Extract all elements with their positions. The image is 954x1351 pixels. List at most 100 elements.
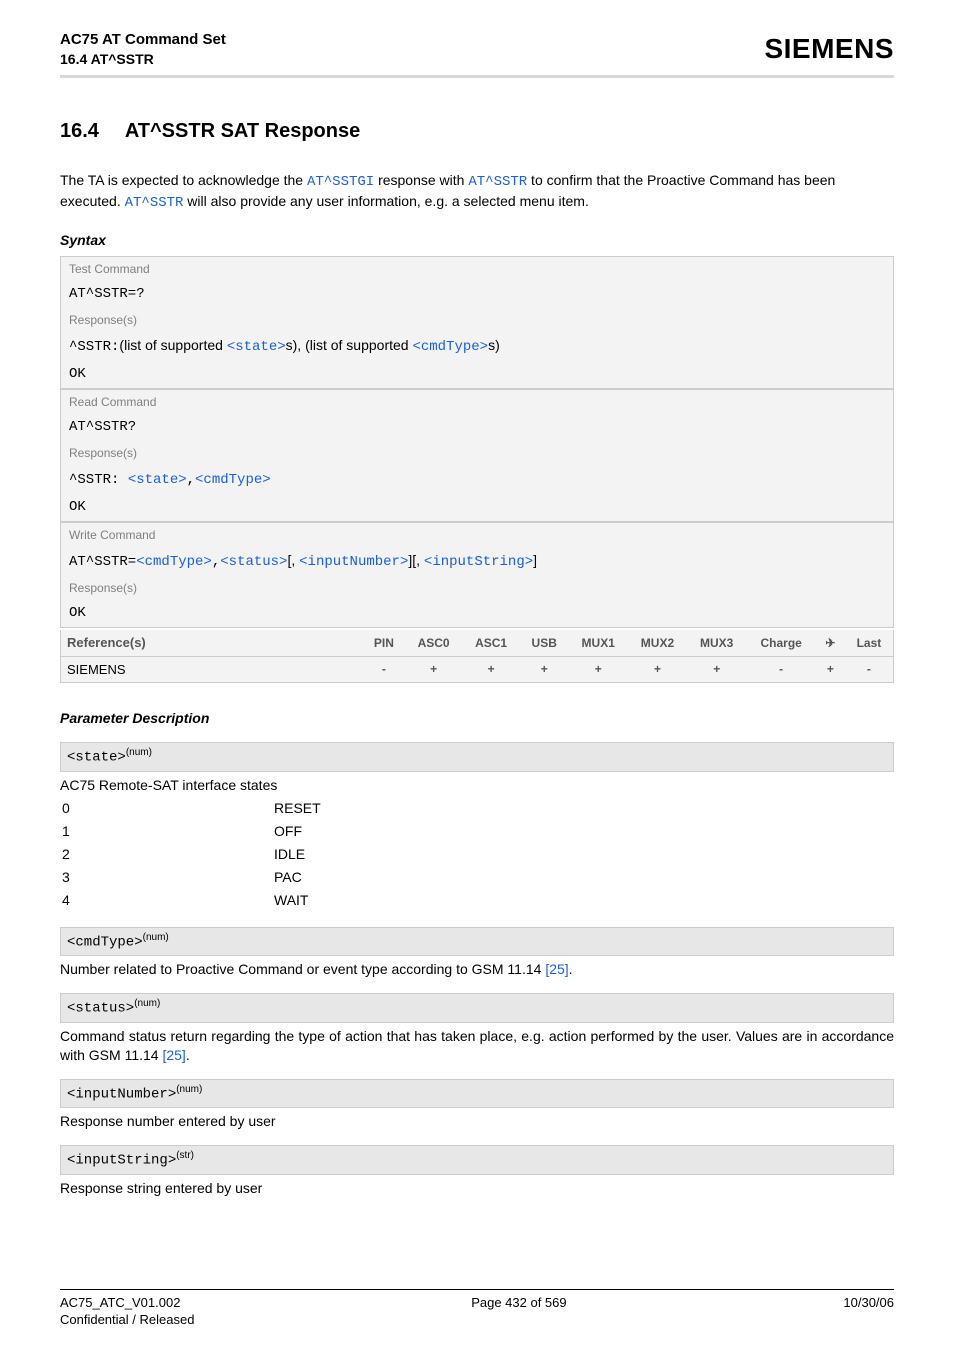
param-desc: Number related to Proactive Command or e…: [60, 961, 545, 977]
col-asc0: ASC0: [405, 630, 463, 656]
doc-subtitle: 16.4 AT^SSTR: [60, 50, 226, 69]
ref-val: -: [845, 656, 894, 683]
ok-text-2: OK: [61, 494, 893, 521]
responses-label-2: Response(s): [61, 441, 893, 465]
ref-val: +: [405, 656, 463, 683]
read-command: AT^SSTR?: [61, 414, 893, 441]
col-last: Last: [845, 630, 894, 656]
link-cmdtype[interactable]: <cmdType>: [412, 339, 488, 355]
col-mux3: MUX3: [687, 630, 746, 656]
link-atsstgi[interactable]: AT^SSTGI: [307, 174, 374, 190]
brand-logo: SIEMENS: [764, 30, 894, 68]
col-charge: Charge: [746, 630, 816, 656]
table-row: Reference(s) PIN ASC0 ASC1 USB MUX1 MUX2…: [61, 630, 894, 656]
param-type: (num): [176, 1084, 202, 1095]
page-footer: AC75_ATC_V01.002 Confidential / Released…: [60, 1289, 894, 1329]
link-status[interactable]: <status>: [220, 554, 287, 570]
ok-text: OK: [61, 361, 893, 388]
intro-paragraph: The TA is expected to acknowledge the AT…: [60, 171, 894, 213]
state-val: WAIT: [274, 890, 321, 911]
ref-val: +: [520, 656, 569, 683]
state-table: 0RESET 1OFF 2IDLE 3PAC 4WAIT: [60, 796, 323, 912]
param-inputstring-body: Response string entered by user: [60, 1175, 894, 1198]
param-desc-heading: Parameter Description: [60, 709, 894, 728]
ref-val: -: [746, 656, 816, 683]
cmd-prefix: AT^SSTR=: [69, 554, 136, 570]
intro-text: The TA is expected to acknowledge the: [60, 172, 307, 188]
ref-val: +: [687, 656, 746, 683]
state-val: IDLE: [274, 844, 321, 865]
state-key: 0: [62, 798, 272, 819]
link-state-2[interactable]: <state>: [128, 472, 187, 488]
syntax-heading: Syntax: [60, 231, 894, 250]
test-command-label: Test Command: [61, 257, 893, 281]
param-type: (str): [176, 1150, 194, 1161]
param-type: (num): [143, 932, 169, 943]
resp-prefix: ^SSTR:: [69, 339, 119, 355]
table-row: 1OFF: [62, 821, 321, 842]
param-type: (num): [126, 747, 152, 758]
resp-prefix: ^SSTR:: [69, 472, 128, 488]
param-name: <inputString>: [67, 1153, 176, 1169]
resp-text: (list of supported: [119, 337, 226, 353]
ref-val: +: [816, 656, 845, 683]
intro-text: response with: [374, 172, 468, 188]
page-header: AC75 AT Command Set 16.4 AT^SSTR SIEMENS: [60, 30, 894, 78]
test-command: AT^SSTR=?: [61, 281, 893, 308]
sep: ]: [533, 552, 537, 568]
state-val: PAC: [274, 867, 321, 888]
col-mux2: MUX2: [628, 630, 687, 656]
ref-val: -: [363, 656, 405, 683]
param-name: <inputNumber>: [67, 1086, 176, 1102]
link-state[interactable]: <state>: [227, 339, 286, 355]
read-command-label: Read Command: [61, 390, 893, 414]
col-pin: PIN: [363, 630, 405, 656]
param-desc: .: [186, 1047, 190, 1063]
link-cmdtype-2[interactable]: <cmdType>: [195, 472, 271, 488]
ref-label: Reference(s): [61, 630, 364, 656]
param-inputnumber: <inputNumber>(num): [60, 1079, 894, 1109]
ref-val: +: [462, 656, 520, 683]
param-inputnumber-body: Response number entered by user: [60, 1108, 894, 1131]
ref-val: +: [628, 656, 687, 683]
write-command: AT^SSTR=<cmdType>,<status>[, <inputNumbe…: [61, 547, 893, 576]
ref-link-25[interactable]: [25]: [545, 961, 568, 977]
link-inputstring[interactable]: <inputString>: [424, 554, 533, 570]
resp-text: s), (list of supported: [286, 337, 413, 353]
param-status: <status>(num): [60, 993, 894, 1023]
link-atsstr-2[interactable]: AT^SSTR: [125, 195, 184, 211]
param-status-body: Command status return regarding the type…: [60, 1023, 894, 1065]
param-name: <state>: [67, 750, 126, 766]
link-cmdtype-3[interactable]: <cmdType>: [136, 554, 212, 570]
read-response: ^SSTR: <state>,<cmdType>: [61, 465, 893, 494]
syntax-box: Test Command AT^SSTR=? Response(s) ^SSTR…: [60, 256, 894, 628]
responses-label-3: Response(s): [61, 576, 893, 600]
footer-version: AC75_ATC_V01.002: [60, 1294, 194, 1312]
state-key: 1: [62, 821, 272, 842]
footer-left: AC75_ATC_V01.002 Confidential / Released: [60, 1294, 194, 1329]
responses-label: Response(s): [61, 308, 893, 332]
section-name: AT^SSTR SAT Response: [125, 120, 360, 142]
header-left: AC75 AT Command Set 16.4 AT^SSTR: [60, 30, 226, 69]
col-asc1: ASC1: [462, 630, 520, 656]
test-response: ^SSTR:(list of supported <state>s), (lis…: [61, 332, 893, 361]
ref-val: +: [569, 656, 628, 683]
state-key: 4: [62, 890, 272, 911]
sep: ][,: [408, 552, 424, 568]
sep: ,: [187, 472, 195, 488]
param-inputstring: <inputString>(str): [60, 1145, 894, 1175]
param-state-body: AC75 Remote-SAT interface states 0RESET …: [60, 772, 894, 913]
footer-page: Page 432 of 569: [194, 1294, 843, 1329]
write-command-label: Write Command: [61, 523, 893, 547]
sep: [,: [287, 552, 299, 568]
state-val: OFF: [274, 821, 321, 842]
col-usb: USB: [520, 630, 569, 656]
table-row: 2IDLE: [62, 844, 321, 865]
param-name: <cmdType>: [67, 935, 143, 951]
ref-link-25-2[interactable]: [25]: [162, 1047, 185, 1063]
link-inputnumber[interactable]: <inputNumber>: [299, 554, 408, 570]
link-atsstr[interactable]: AT^SSTR: [468, 174, 527, 190]
ref-vendor: SIEMENS: [61, 656, 364, 683]
ok-text-3: OK: [61, 600, 893, 627]
section-number: 16.4: [60, 118, 120, 145]
